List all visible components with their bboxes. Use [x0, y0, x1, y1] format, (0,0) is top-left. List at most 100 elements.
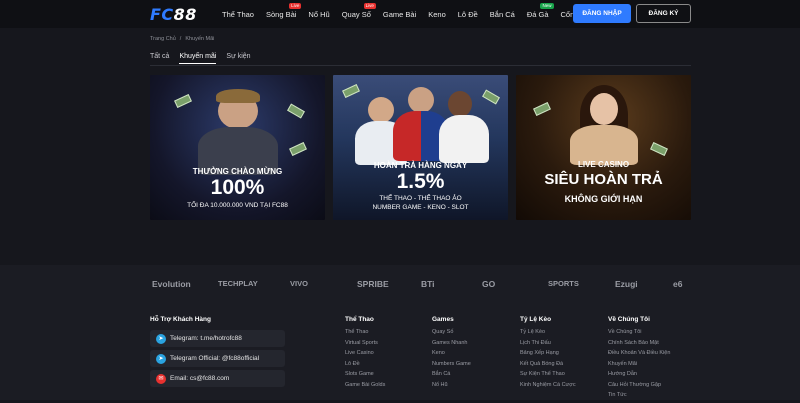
money-bill-icon: [287, 103, 305, 119]
nav-badge: Live: [363, 2, 376, 9]
nav-item[interactable]: Game Bài: [383, 10, 416, 19]
tab-promotions[interactable]: Khuyến mãi: [179, 53, 217, 64]
footer-link[interactable]: Sự Kiện Thể Thao: [520, 371, 576, 377]
footer-link[interactable]: Hướng Dẫn: [608, 371, 670, 377]
nav-item[interactable]: Sòng Bài Live: [265, 2, 302, 19]
footer-link[interactable]: Game Bài Golds: [345, 382, 385, 388]
footer-link[interactable]: Khuyến Mãi: [608, 361, 670, 367]
footer-link[interactable]: Games Nhanh: [432, 340, 471, 346]
footer-link[interactable]: Virtual Sports: [345, 340, 385, 346]
money-bill-icon: [650, 141, 668, 157]
tab-all[interactable]: Tất cả: [150, 53, 169, 64]
nav-item-label: Sòng Bài: [265, 9, 297, 19]
main-nav: Thể Thao Sòng Bài Live Nổ Hũ Quay Số Live Game…: [222, 0, 613, 28]
player-left-head: [368, 97, 394, 123]
footer-link[interactable]: Keno: [432, 350, 471, 356]
nav-item-label: Bắn Cá: [489, 9, 515, 19]
partner-logo-ezugi: Ezugi: [615, 279, 638, 289]
nav-item[interactable]: Quay Số Live: [341, 2, 376, 19]
footer-link[interactable]: Bắn Cá: [432, 371, 471, 377]
breadcrumb: Trang Chủ / Khuyến Mãi: [150, 36, 214, 42]
breadcrumb-current: Khuyến Mãi: [185, 36, 215, 42]
banner-subtext: TỐI ĐA 10.000.000 VND TẠI FC88: [187, 202, 288, 209]
telegram-icon: ➤: [156, 333, 166, 344]
money-bill-icon: [174, 93, 192, 109]
banner-headline: LIVE CASINO: [577, 160, 630, 169]
nav-badge: Live: [289, 2, 302, 9]
footer-link[interactable]: Tỷ Lệ Kèo: [520, 329, 576, 335]
footer-col-games: Games Quay Số Games Nhanh Keno Numbers Game B…: [432, 316, 471, 392]
footer-col-title: Về Chúng Tôi: [608, 316, 650, 323]
breadcrumb-home[interactable]: Trang Chủ: [150, 36, 176, 42]
footer-link[interactable]: Lô Đề: [345, 361, 385, 367]
nav-item[interactable]: Bắn Cá: [490, 10, 515, 19]
nav-item-label: Thể Thao: [222, 9, 254, 19]
nav-item[interactable]: Thể Thao: [222, 10, 254, 19]
money-bill-icon: [342, 83, 360, 99]
partner-logo-e6: e6: [673, 279, 683, 289]
footer-link[interactable]: Live Casino: [345, 350, 385, 356]
promo-banner-live-casino[interactable]: LIVE CASINO SIÊU HOÀN TRẢ KHÔNG GIỚI HẠN: [516, 75, 691, 220]
footer-link[interactable]: Về Chúng Tôi: [608, 329, 670, 335]
partner-logo-bti: BTi: [421, 279, 435, 289]
nav-badge: New: [540, 2, 554, 9]
nav-item[interactable]: Keno: [428, 10, 446, 19]
footer-link[interactable]: Nổ Hũ: [432, 382, 471, 388]
player-center-head: [408, 87, 434, 113]
partner-logo-sports: SPORTS: [548, 279, 579, 288]
man-hair: [216, 89, 260, 103]
banner-subtext-2: NUMBER GAME - KENO - SLOT: [372, 204, 469, 211]
nav-item-label: Quay Số: [341, 9, 371, 19]
nav-item[interactable]: Lô Đề: [458, 10, 478, 19]
nav-item-label: Đá Gà: [526, 9, 549, 19]
footer-col-about: Về Chúng Tôi Về Chúng Tôi Chính Sách Bảo M…: [608, 316, 670, 403]
nav-item[interactable]: Đá Gà New: [526, 2, 554, 19]
support-title: Hỗ Trợ Khách Hàng: [150, 316, 211, 323]
money-bill-icon: [289, 141, 307, 157]
money-bill-icon: [482, 89, 500, 105]
banner-headline: HOÀN TRẢ HÀNG NGÀY: [373, 161, 468, 170]
tabs-divider: [150, 65, 691, 66]
player-right-head: [448, 91, 472, 117]
tab-events[interactable]: Sự kiện: [226, 53, 250, 64]
partner-logo-techplay: TECHPLAY: [218, 279, 258, 288]
footer-col-sports: Thể Thao Thể Thao Virtual Sports Live Casin…: [345, 316, 385, 392]
support-email-text: Email: cs@fc88.com: [170, 375, 230, 382]
support-telegram[interactable]: ➤ Telegram: t.me/hotrofc88: [150, 330, 285, 347]
footer-link[interactable]: Chính Sách Bảo Mật: [608, 340, 670, 346]
nav-item[interactable]: Nổ Hũ: [308, 10, 329, 19]
footer-link[interactable]: Điều Khoản Và Điều Kiện: [608, 350, 670, 356]
support-telegram-official[interactable]: ➤ Telegram Official: @fc88official: [150, 350, 285, 367]
footer-link[interactable]: Tin Tức: [608, 392, 670, 398]
footer-col-title: Tỷ Lệ Kèo: [520, 316, 552, 323]
nav-item-label: Keno: [428, 9, 446, 19]
footer-link[interactable]: Thể Thao: [345, 329, 385, 335]
banner-value: 1.5%: [396, 170, 445, 193]
login-button[interactable]: ĐĂNG NHẬP: [573, 4, 631, 23]
banner-value: SIÊU HOÀN TRẢ: [544, 171, 663, 188]
footer-link[interactable]: Câu Hỏi Thường Gặp: [608, 382, 670, 388]
site-logo[interactable]: FC88: [150, 5, 197, 24]
footer-link[interactable]: Slots Game: [345, 371, 385, 377]
nav-item-label: Game Bài: [382, 9, 417, 19]
partner-logo-spribe: SPRIBE: [357, 279, 389, 289]
promo-banner-cashback[interactable]: HOÀN TRẢ HÀNG NGÀY 1.5% THỂ THAO - THỂ T…: [333, 75, 508, 220]
money-bill-icon: [533, 101, 551, 117]
register-button[interactable]: ĐĂNG KÝ: [636, 4, 691, 23]
player-right-jersey: [439, 115, 489, 163]
telegram-icon: ➤: [156, 353, 166, 364]
footer-col-odds: Tỷ Lệ Kèo Tỷ Lệ Kèo Lịch Thi Đấu Bảng Xếp H…: [520, 316, 576, 392]
footer-link[interactable]: Lịch Thi Đấu: [520, 340, 576, 346]
partner-logo-vivo: VIVO: [290, 279, 308, 288]
support-telegram-text: Telegram: t.me/hotrofc88: [170, 335, 242, 342]
footer-link[interactable]: Quay Số: [432, 329, 471, 335]
footer-link[interactable]: Kết Quả Bóng Đá: [520, 361, 576, 367]
footer-link[interactable]: Numbers Game: [432, 361, 471, 367]
footer-link[interactable]: Bảng Xếp Hạng: [520, 350, 576, 356]
support-email[interactable]: ✉ Email: cs@fc88.com: [150, 370, 285, 387]
promo-banner-welcome[interactable]: THƯỞNG CHÀO MỪNG 100% TỐI ĐA 10.000.000 …: [150, 75, 325, 220]
banner-subtext: THỂ THAO - THỂ THAO ẢO: [379, 195, 462, 202]
footer-link[interactable]: Kinh Nghiệm Cá Cược: [520, 382, 576, 388]
footer-col-title: Games: [432, 316, 454, 323]
banner-value: 100%: [210, 176, 265, 199]
